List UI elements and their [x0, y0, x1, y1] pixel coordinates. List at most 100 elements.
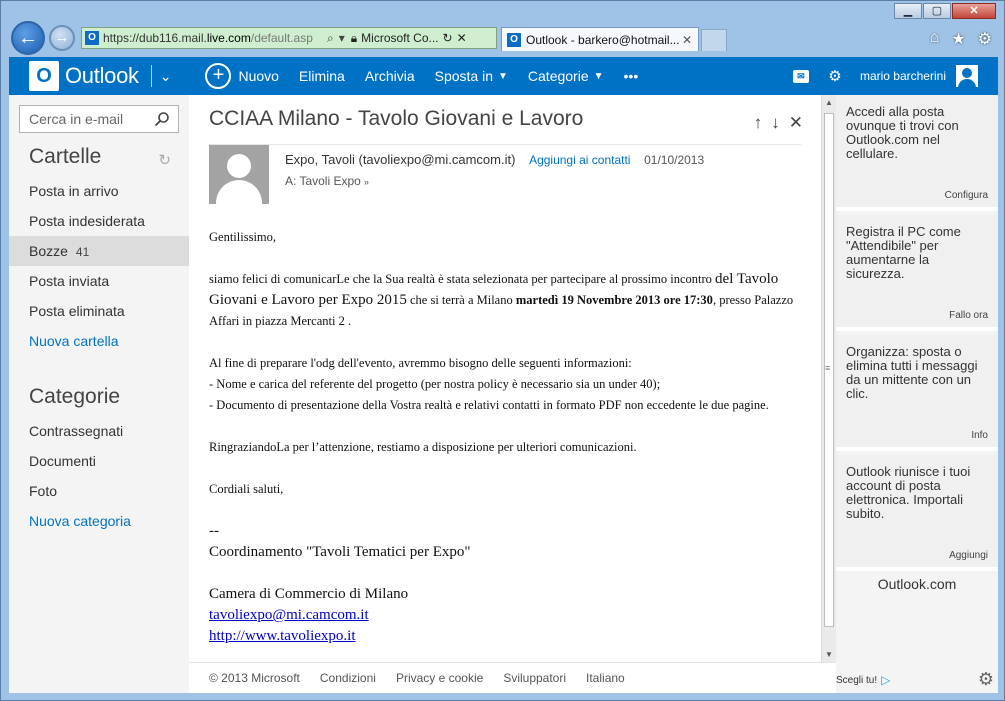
new-folder-link[interactable]: Nuova cartella	[9, 326, 189, 356]
close-tab-icon[interactable]: ✕	[680, 33, 694, 47]
previous-message-arrow-up-icon[interactable]: ↑	[754, 113, 763, 133]
sender-email: (tavoliexpo@mi.camcom.it)	[358, 152, 516, 167]
promo-card-sweep: Organizza: sposta o elimina tutti i mess…	[836, 335, 998, 451]
delete-label: Elimina	[298, 68, 345, 84]
url-text[interactable]: https://dub116.mail.live.com/default.asp	[103, 31, 323, 45]
new-category-link[interactable]: Nuova categoria	[9, 506, 189, 536]
browser-toolbar: ⌂ ★ ⚙	[930, 29, 992, 49]
folders-heading: Cartelle	[29, 145, 102, 168]
sidebar-item-flagged[interactable]: Contrassegnati	[9, 416, 189, 446]
dropdown-arrow-icon[interactable]: ▾	[339, 31, 345, 45]
reading-pane-scrollbar[interactable]: ▲ ≡ ▼	[821, 95, 836, 662]
next-message-arrow-down-icon[interactable]: ↓	[771, 113, 780, 133]
sidebar-item-label: Foto	[29, 483, 58, 499]
promo-do-it-now-link[interactable]: Fallo ora	[949, 310, 988, 321]
messenger-button[interactable]: ✉	[792, 67, 810, 85]
promo-add-link[interactable]: Aggiungi	[949, 550, 988, 561]
app-switcher-chevron-icon[interactable]: ⌄	[160, 68, 172, 85]
search-placeholder: Cerca in e-mail	[29, 111, 124, 127]
promo-info-link[interactable]: Info	[971, 430, 988, 441]
scroll-up-arrow-icon[interactable]: ▲	[825, 98, 833, 107]
refresh-icon[interactable]: ↻	[158, 151, 171, 169]
sidebar-item-label: Documenti	[29, 453, 96, 469]
window-controls: ▁ ▢ ✕	[893, 3, 996, 19]
delete-button[interactable]: Elimina	[299, 68, 345, 84]
plus-circle-icon: +	[205, 63, 232, 89]
sidebar-item-drafts[interactable]: Bozze 41	[9, 236, 189, 266]
new-tab-button[interactable]	[701, 29, 727, 51]
more-actions-button[interactable]: •••	[624, 68, 639, 84]
back-button[interactable]: ←	[11, 21, 45, 55]
topbar-right: ✉ ⚙ mario barcherini	[776, 57, 978, 95]
recipients: A: Tavoli Expo	[285, 174, 361, 188]
promo-text: Organizza: sposta o elimina tutti i mess…	[846, 344, 978, 401]
sidebar-item-deleted[interactable]: Posta eliminata	[9, 296, 189, 326]
sidebar-item-label: Posta inviata	[29, 273, 110, 289]
close-message-icon[interactable]: ✕	[789, 113, 803, 133]
search-icon[interactable]	[154, 111, 170, 127]
add-to-contacts-link[interactable]: Aggiungi ai contatti	[529, 153, 630, 167]
lock-icon: 🔒︎	[350, 30, 358, 45]
expand-recipients-icon[interactable]: »	[364, 177, 369, 187]
url-host-prefix: https://dub116.mail.	[103, 31, 207, 45]
promo-pane: Accedi alla posta ovunque ti trovi con O…	[836, 95, 998, 693]
archive-button[interactable]: Archivia	[365, 68, 415, 84]
certificate-indicator[interactable]: 🔒︎ Microsoft Co... ↻ ✕	[351, 31, 471, 46]
signature-line-2: Camera di Commercio di Milano	[209, 586, 409, 602]
new-message-button[interactable]: + Nuovo	[205, 63, 279, 89]
outlook-logo[interactable]: O Outlook	[29, 61, 139, 91]
promo-text: Outlook riunisce i tuoi account di posta…	[846, 464, 971, 521]
move-to-button[interactable]: Sposta in ▼	[435, 68, 508, 84]
ad-choices[interactable]: Scegli tu! ▷	[836, 673, 890, 687]
sidebar-item-documents[interactable]: Documenti	[9, 446, 189, 476]
tools-gear-icon[interactable]: ⚙	[978, 29, 992, 49]
categories-button[interactable]: Categorie ▼	[528, 68, 604, 84]
user-name[interactable]: mario barcherini	[860, 69, 946, 83]
terms-link[interactable]: Condizioni	[320, 671, 376, 685]
message-actions: ↑ ↓ ✕	[754, 113, 803, 133]
info-list-item: - Nome e carica del referente del proget…	[209, 377, 661, 391]
sender-name[interactable]: Expo, Tavoli	[285, 152, 355, 167]
tab-title: Outlook - barkero@hotmail...	[526, 32, 680, 47]
refresh-icon[interactable]: ↻	[443, 31, 453, 45]
maximize-button[interactable]: ▢	[923, 3, 951, 19]
signature-email-link[interactable]: tavoliexpo@mi.camcom.it	[209, 607, 369, 623]
outlook-logo-text: Outlook	[65, 63, 139, 88]
signature-separator: --	[209, 523, 219, 539]
developers-link[interactable]: Sviluppatori	[503, 671, 566, 685]
favorites-star-icon[interactable]: ★	[951, 29, 965, 49]
move-to-label: Sposta in	[434, 68, 493, 84]
forward-button[interactable]: →	[49, 25, 75, 51]
outlook-app: O Outlook ⌄ + Nuovo Elimina Archivia Spo…	[9, 57, 998, 693]
close-window-button[interactable]: ✕	[952, 3, 996, 19]
privacy-link[interactable]: Privacy e cookie	[396, 671, 483, 685]
outlook-topbar: O Outlook ⌄ + Nuovo Elimina Archivia Spo…	[9, 57, 998, 95]
sidebar-item-junk[interactable]: Posta indesiderata	[9, 206, 189, 236]
search-input[interactable]: Cerca in e-mail	[19, 105, 179, 133]
gear-icon[interactable]: ⚙	[978, 669, 994, 690]
settings-button[interactable]: ⚙	[826, 67, 844, 85]
message-date: 01/10/2013	[644, 153, 705, 167]
language-link[interactable]: Italiano	[586, 671, 625, 685]
chevron-down-icon: ▼	[593, 70, 604, 82]
message-subject: CCIAA Milano - Tavolo Giovani e Lavoro	[209, 107, 584, 130]
browser-tab-outlook[interactable]: O Outlook - barkero@hotmail... ✕	[501, 27, 699, 51]
ad-choices-label: Scegli tu!	[836, 674, 878, 686]
search-icon[interactable]: ⌕	[327, 31, 334, 46]
sender-line: Expo, Tavoli (tavoliexpo@mi.camcom.it) A…	[285, 152, 704, 167]
promo-configure-link[interactable]: Configura	[945, 190, 988, 201]
minimize-button[interactable]: ▁	[894, 3, 922, 19]
header-divider	[209, 144, 801, 145]
sidebar-item-sent[interactable]: Posta inviata	[9, 266, 189, 296]
promo-card-trusted-pc: Registra il PC come "Attendibile" per au…	[836, 215, 998, 331]
copyright-text: © 2013 Microsoft	[209, 671, 300, 685]
url-host-domain: live.com	[206, 31, 251, 45]
sidebar-item-photos[interactable]: Foto	[9, 476, 189, 506]
stop-icon[interactable]: ✕	[457, 31, 467, 45]
sidebar-item-inbox[interactable]: Posta in arrivo	[9, 176, 189, 206]
avatar[interactable]	[956, 65, 978, 87]
address-bar[interactable]: O https://dub116.mail.live.com/default.a…	[81, 27, 497, 49]
signature-website-link[interactable]: http://www.tavoliexpo.it	[209, 628, 356, 644]
home-icon[interactable]: ⌂	[930, 29, 940, 49]
scroll-down-arrow-icon[interactable]: ▼	[825, 650, 833, 659]
